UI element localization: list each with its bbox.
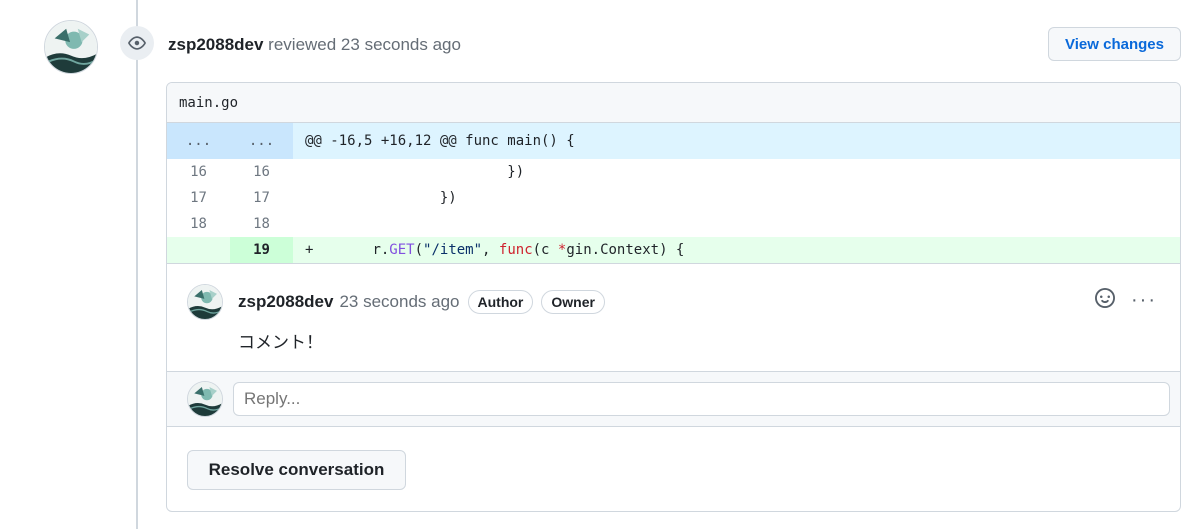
hunk-expand-right[interactable]: ... [230,123,293,159]
line-code: }) [305,190,457,206]
code-token: r. [372,242,390,258]
reply-avatar [187,381,223,417]
diff-line: 16 16 }) [167,159,1180,185]
line-code: + r.GET("/item", func(c *gin.Context) { [293,242,1180,258]
avatar-image [45,21,97,73]
eye-icon [120,26,154,60]
more-options-icon[interactable]: ··· [1131,289,1157,312]
add-prefix: + [305,242,373,258]
code-token: func [498,242,533,258]
reviewer-avatar[interactable] [44,20,98,74]
diff-table: ... ... @@ -16,5 +16,12 @@ func main() {… [167,123,1180,263]
diff-line: 17 17 }) [167,185,1180,211]
old-line-number[interactable]: 18 [167,211,230,237]
old-line-number[interactable]: 16 [167,159,230,185]
comment-body: コメント！ [238,333,323,353]
review-header: zsp2088dev reviewed 23 seconds ago [168,34,461,56]
hunk-row: ... ... @@ -16,5 +16,12 @@ func main() { [167,123,1180,159]
file-header: main.go [167,83,1180,123]
view-changes-button[interactable]: View changes [1048,27,1181,61]
new-line-number[interactable]: 16 [230,159,293,185]
new-line-number[interactable]: 17 [230,185,293,211]
reply-area [167,371,1180,427]
code-token: GET [389,242,415,258]
owner-label: Owner [541,290,605,314]
code-token: "/item" [423,242,483,258]
avatar-image [188,285,222,319]
diff-line-added: 19 + r.GET("/item", func(c *gin.Context)… [167,237,1180,263]
avatar-image [188,382,222,416]
new-line-number[interactable]: 19 [230,237,293,263]
comment-avatar[interactable] [187,284,223,320]
emoji-reaction-icon[interactable] [1095,288,1115,313]
review-thread: main.go ... ... @@ -16,5 +16,12 @@ func … [166,82,1181,512]
resolve-conversation-button[interactable]: Resolve conversation [187,450,406,490]
new-line-number[interactable]: 18 [230,211,293,237]
old-line-number-empty [167,237,230,263]
reply-input[interactable] [233,382,1170,416]
diff-line: 18 18 [167,211,1180,237]
code-token: ( [414,242,424,258]
old-line-number[interactable]: 17 [167,185,230,211]
hunk-expand-left[interactable]: ... [167,123,230,159]
hunk-header: @@ -16,5 +16,12 @@ func main() { [305,133,575,149]
comment-time[interactable]: 23 seconds ago [339,292,459,312]
code-token: , [482,242,499,258]
comment-meta: zsp2088dev 23 seconds ago Author Owner [238,290,605,314]
line-code: }) [305,164,525,180]
timeline-line [136,0,138,529]
review-action: reviewed 23 seconds ago [263,35,461,54]
review-author[interactable]: zsp2088dev [168,35,263,54]
code-token: (c [532,242,558,258]
author-label: Author [467,290,534,314]
code-token: gin.Context) { [566,242,685,258]
review-comment: zsp2088dev 23 seconds ago Author Owner コ… [167,263,1180,371]
comment-author[interactable]: zsp2088dev [238,292,333,312]
file-name[interactable]: main.go [179,95,238,111]
